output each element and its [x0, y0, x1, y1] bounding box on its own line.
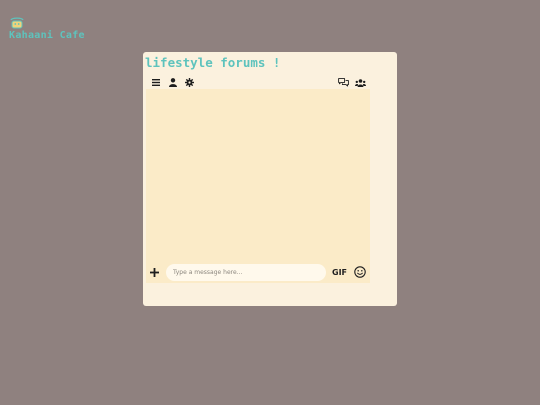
menu-icon [151, 79, 160, 86]
gear-icon [185, 78, 194, 87]
forum-panel: lifestyle forums ! Type a message here..… [143, 52, 397, 306]
conversations-button[interactable] [337, 76, 350, 89]
message-composer: GIF [148, 262, 370, 282]
brand-name: Kahaani Cafe [9, 30, 85, 41]
message-area [146, 89, 370, 283]
gif-button[interactable]: GIF [332, 268, 347, 277]
toolbar-left [149, 76, 200, 89]
smiley-icon[interactable] [354, 266, 366, 278]
toolbar-right [337, 76, 371, 89]
brand: Kahaani Cafe [9, 14, 85, 41]
user-icon [168, 78, 177, 87]
plus-icon [150, 267, 159, 277]
message-input[interactable] [166, 263, 326, 281]
menu-button[interactable] [149, 76, 162, 89]
profile-button[interactable] [166, 76, 179, 89]
members-button[interactable] [354, 76, 367, 89]
coffee-cup-icon [10, 17, 24, 29]
chat-bubbles-icon [338, 78, 349, 87]
add-attachment-button[interactable] [148, 266, 161, 279]
forum-title: lifestyle forums ! [145, 55, 281, 70]
settings-button[interactable] [183, 76, 196, 89]
users-group-icon [355, 78, 366, 87]
